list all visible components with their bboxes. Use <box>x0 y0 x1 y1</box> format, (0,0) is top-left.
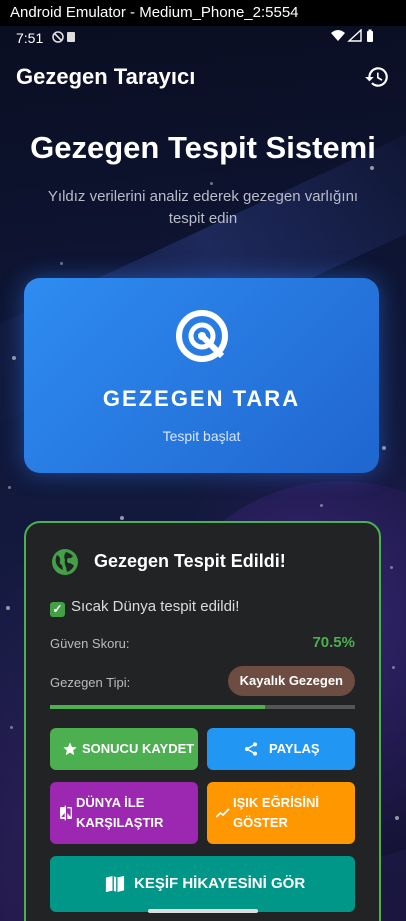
wifi-signal-battery-icon <box>331 28 373 42</box>
phone-screen: 7:51 Gezegen Tarayıcı Gezegen Tespit Sis… <box>0 26 406 921</box>
hero-subtitle: Yıldız verilerini analiz ederek gezegen … <box>47 188 359 227</box>
globe-icon <box>52 549 78 575</box>
scan-button-label: GEZEGEN TARA <box>102 386 301 411</box>
star <box>392 666 395 669</box>
light-curve-label-line2: GÖSTER <box>233 815 288 830</box>
result-description-text: Sıcak Dünya tespit edildi! <box>71 598 240 615</box>
star <box>370 166 374 170</box>
app-bar: Gezegen Tarayıcı <box>0 56 406 100</box>
share-icon <box>245 742 257 756</box>
star <box>60 262 63 265</box>
star <box>10 726 13 729</box>
compare-label-line1: DÜNYA İLE <box>76 795 145 810</box>
notification-shield-icon <box>52 31 75 43</box>
star <box>12 356 16 360</box>
show-light-curve-button[interactable]: IŞIK EĞRİSİNİ GÖSTER <box>207 782 355 844</box>
light-curve-label-line1: IŞIK EĞRİSİNİ <box>233 795 319 810</box>
star <box>210 182 213 185</box>
confidence-progress-bar <box>50 705 355 709</box>
check-icon: ✓ <box>50 602 65 617</box>
planet-type-chip: Kayalık Gezegen <box>227 666 355 696</box>
save-result-label: SONUCU KAYDET <box>82 741 195 756</box>
compare-earth-button[interactable]: DÜNYA İLE KARŞILAŞTIR <box>50 782 198 844</box>
trending-chart-icon <box>215 808 230 818</box>
app-title: Gezegen Tarayıcı <box>16 64 196 89</box>
emulator-title-bar: Android Emulator - Medium_Phone_2:5554 <box>0 0 406 26</box>
discovery-story-button[interactable]: KEŞİF HİKAYESİNİ GÖR <box>50 856 355 912</box>
star-icon <box>63 742 77 756</box>
compare-label-line2: KARŞILAŞTIR <box>76 815 164 830</box>
star <box>395 816 399 820</box>
star <box>6 606 10 610</box>
result-title: Gezegen Tespit Edildi! <box>94 551 286 571</box>
share-button[interactable]: PAYLAŞ <box>207 728 355 770</box>
history-icon <box>365 67 388 87</box>
status-bar: 7:51 <box>0 26 406 50</box>
confidence-value: 70.5% <box>312 634 355 651</box>
detection-result-card: Gezegen Tespit Edildi! ✓ Sıcak Dünya tesp… <box>24 521 381 921</box>
confidence-label: Güven Skoru: <box>50 636 130 651</box>
result-description: ✓ Sıcak Dünya tespit edildi! <box>50 598 239 617</box>
confidence-progress-fill <box>50 705 266 709</box>
system-status-icons <box>330 28 376 46</box>
star <box>382 446 386 450</box>
star <box>120 516 124 520</box>
compare-icon <box>60 805 72 821</box>
home-indicator[interactable] <box>148 909 258 913</box>
save-result-button[interactable]: SONUCU KAYDET <box>50 728 198 770</box>
star <box>390 566 393 569</box>
share-label: PAYLAŞ <box>269 741 320 756</box>
star <box>320 504 323 507</box>
planet-type-label: Gezegen Tipi: <box>50 675 131 690</box>
discovery-story-label: KEŞİF HİKAYESİNİ GÖR <box>134 875 306 892</box>
radar-icon <box>176 310 228 362</box>
hero-title: Gezegen Tespit Sistemi <box>30 130 376 165</box>
notification-icons <box>52 30 78 47</box>
history-button[interactable] <box>364 64 390 90</box>
status-time: 7:51 <box>16 30 44 46</box>
map-book-icon <box>105 875 125 893</box>
scan-planet-button[interactable]: GEZEGEN TARA Tespit başlat <box>24 278 379 473</box>
emulator-title: Android Emulator - Medium_Phone_2:5554 <box>10 4 299 21</box>
scan-button-sublabel: Tespit başlat <box>162 428 241 444</box>
star <box>8 486 11 489</box>
